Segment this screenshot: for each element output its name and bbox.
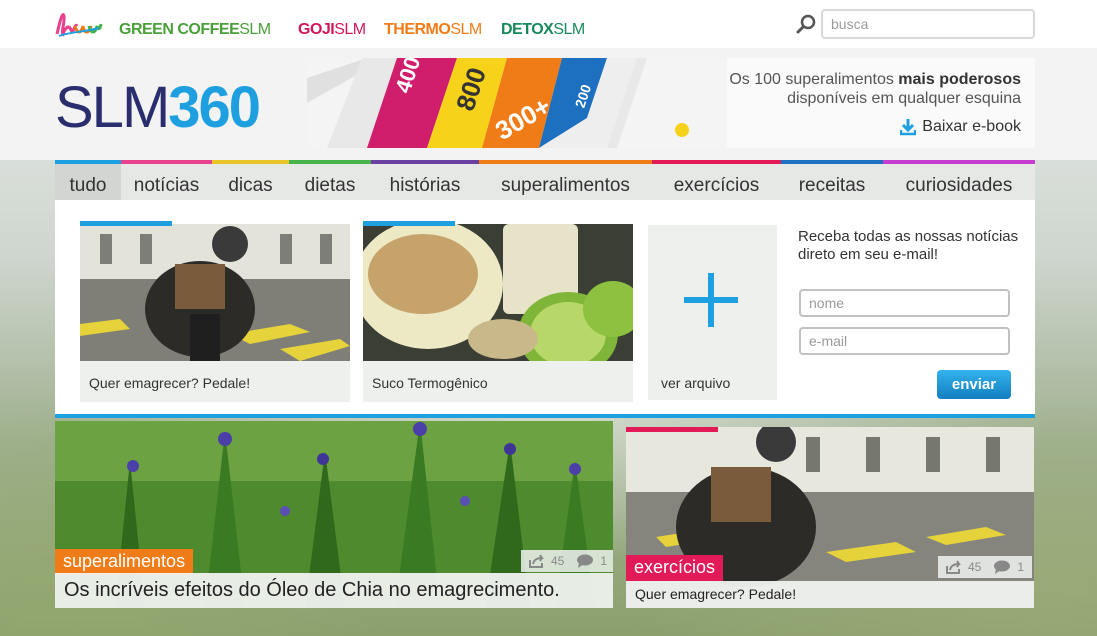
category-nav: tudo notícias dicas dietas histórias sup… [55,160,1035,200]
nav-item-historias[interactable]: histórias [371,160,479,200]
brand-suffix: SLM [450,21,482,38]
nav-item-noticias[interactable]: notícias [121,160,212,200]
plus-icon [684,273,738,327]
nav-item-label: dietas [304,175,356,196]
nav-item-receitas[interactable]: receitas [781,160,883,200]
comment-icon[interactable] [993,560,1011,574]
nav-item-label: superalimentos [501,175,630,196]
brand-name: GOJI [298,21,335,38]
brand-name: THERMO [384,21,451,38]
comment-count: 1 [1017,560,1025,574]
hw-logo-icon[interactable] [55,8,103,40]
brand-suffix: SLM [334,21,366,38]
nav-item-dietas[interactable]: dietas [289,160,371,200]
search-input[interactable] [821,9,1035,39]
share-icon[interactable] [529,554,545,568]
archive-card[interactable]: ver arquivo [648,225,777,400]
nav-item-exercicios[interactable]: exercícios [652,160,781,200]
nav-item-label: notícias [133,175,200,196]
featured-article[interactable]: superalimentos 45 1 Os incríveis efeitos… [55,421,613,608]
download-icon [900,119,917,136]
nav-item-superalimentos[interactable]: superalimentos [479,160,652,200]
cyclist-image [80,224,350,361]
top-bar: GREEN COFFEESLM GOJISLM THERMOSLM DETOXS… [0,0,1097,48]
brand-link-greencoffee[interactable]: GREEN COFFEESLM [119,21,271,39]
download-ebook-label: Baixar e-book [922,118,1021,135]
comment-icon[interactable] [576,554,594,568]
brand-name: DETOX [501,21,554,38]
newsletter-text: Receba todas as nossas notícias direto e… [798,228,1019,263]
share-count: 45 [968,560,982,574]
nav-item-label: dicas [228,175,273,196]
nav-item-label: tudo [69,175,107,196]
banner-line-1: Os 100 superalimentos mais poderosos [729,70,1021,89]
nav-item-label: exercícios [673,175,760,196]
search-icon[interactable] [795,13,817,35]
brand-suffix: SLM [553,21,585,38]
archive-caption: ver arquivo [661,375,731,391]
card-accent-bar [626,427,718,432]
brand-link-detox[interactable]: DETOXSLM [501,21,585,39]
ebook-banner[interactable]: 400 800 300+ 200 Os 100 superalimentos m… [307,58,1035,148]
content-panel: Quer emagrecer? Pedale! Suco Termogênico… [55,200,1035,418]
header: SLM360 400 800 300+ 200 Os 100 superalim… [0,48,1097,160]
brand-link-goji[interactable]: GOJISLM [298,21,366,39]
ebook-cover-image: 400 800 300+ 200 [307,58,727,148]
email-field[interactable] [799,327,1010,355]
category-tag[interactable]: exercícios [626,555,724,581]
article-title[interactable]: Quer emagrecer? Pedale! [626,581,1034,608]
name-field[interactable] [799,289,1010,317]
comment-count: 1 [600,554,608,568]
logo-number: 360 [168,75,261,140]
share-icon[interactable] [946,560,962,574]
send-button[interactable]: enviar [937,370,1011,399]
nav-item-label: histórias [389,175,461,196]
banner-line-1-bold: mais poderosos [898,71,1021,88]
nav-item-label: receitas [798,175,866,196]
download-ebook-link[interactable]: Baixar e-book [900,118,1021,136]
article-card[interactable]: Quer emagrecer? Pedale! [80,221,350,402]
banner-text: Os 100 superalimentos mais poderosos dis… [729,70,1021,108]
brand-name: GREEN COFFEE [119,21,240,38]
category-tag[interactable]: superalimentos [55,549,194,575]
nav-item-dicas[interactable]: dicas [212,160,289,200]
site-logo[interactable]: SLM360 [55,75,261,140]
card-caption: Suco Termogênico [372,375,488,391]
banner-line-1-text: Os 100 superalimentos [729,71,899,88]
banner-line-2: disponíveis em qualquer esquina [787,90,1021,107]
brand-link-thermo[interactable]: THERMOSLM [384,21,482,39]
brand-suffix: SLM [239,21,271,38]
logo-text: SLM [55,75,170,140]
article-card[interactable]: Suco Termogênico [363,221,633,402]
article-stats: 45 1 [521,550,613,572]
article-stats: 45 1 [938,556,1033,578]
card-accent-bar [363,221,455,226]
nav-item-label: curiosidades [905,175,1013,196]
juice-image [363,224,633,361]
share-count: 45 [551,554,565,568]
article-title[interactable]: Os incríveis efeitos do Óleo de Chia no … [55,573,613,608]
featured-article[interactable]: exercícios 45 1 Quer emagrecer? Pedale! [626,427,1034,608]
card-accent-bar [80,221,172,226]
nav-item-tudo[interactable]: tudo [55,160,121,200]
card-caption: Quer emagrecer? Pedale! [89,375,251,391]
nav-item-curiosidades[interactable]: curiosidades [883,160,1035,200]
